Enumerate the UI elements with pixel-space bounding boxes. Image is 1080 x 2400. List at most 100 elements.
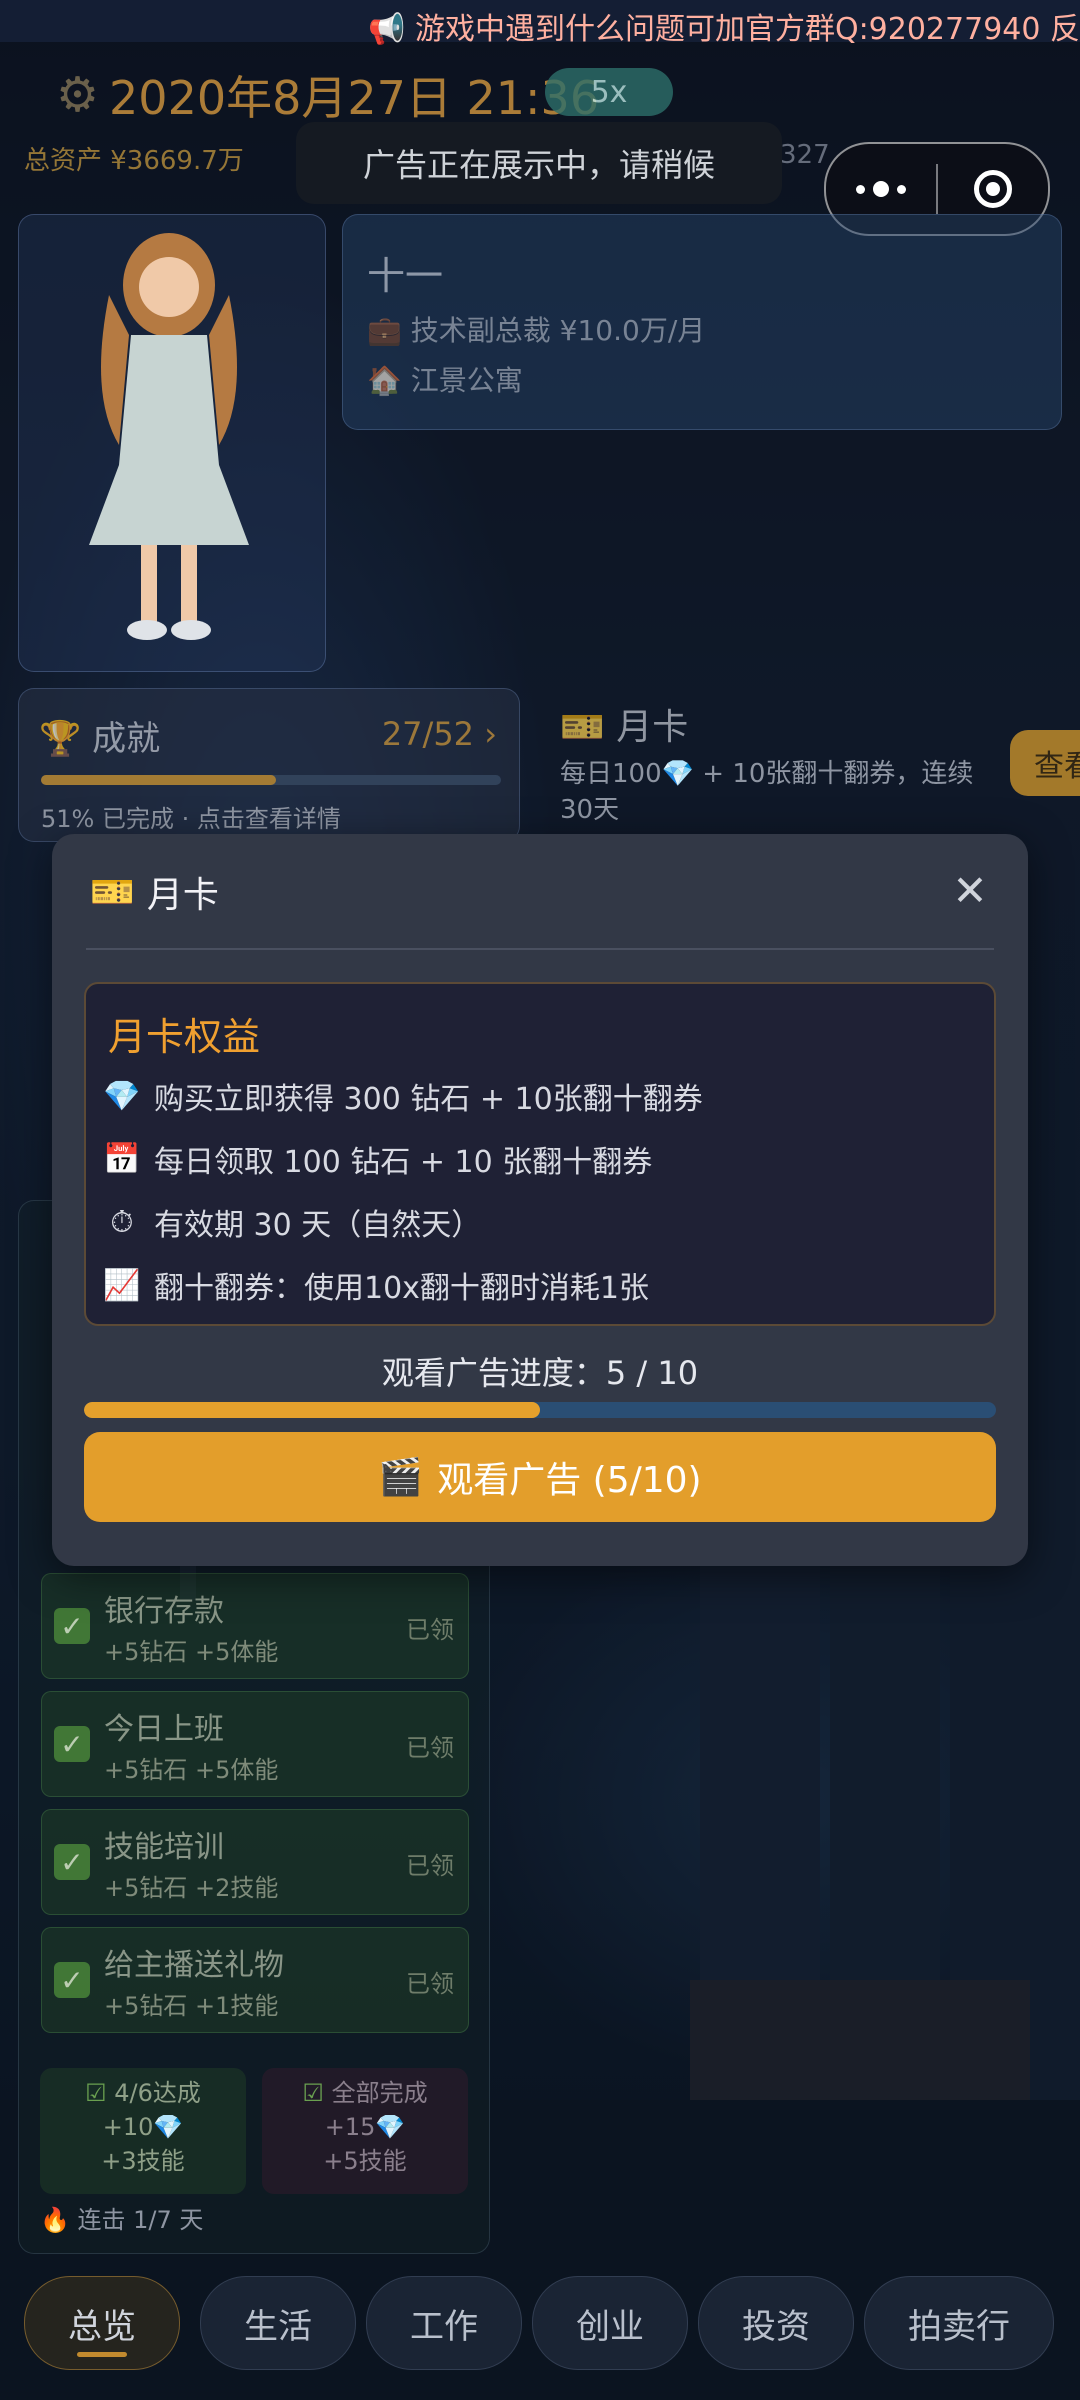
- benefit-item: ⏱ 有效期 30 天（自然天）: [104, 1200, 481, 1244]
- watch-ad-button[interactable]: 🎬 观看广告 (5/10): [84, 1432, 996, 1522]
- chart-up-icon: 📈: [103, 1267, 141, 1303]
- tab-work[interactable]: 工作: [366, 2276, 522, 2370]
- benefit-text: 购买立即获得 300 钻石 + 10张翻十翻券: [154, 1082, 703, 1117]
- house-icon: 🏠: [367, 364, 402, 397]
- summary-line1: +15💎: [324, 2113, 406, 2141]
- datetime-text: 2020年8月27日 21:36: [109, 71, 600, 125]
- achievement-count: 27/52 ›: [382, 715, 497, 753]
- task-reward: +5钻石 +5体能: [104, 1756, 279, 1784]
- achievement-subtitle: 51% 已完成 · 点击查看详情: [41, 805, 341, 833]
- fire-icon: 🔥: [40, 2206, 70, 2234]
- ad-progress-label: 观看广告进度：5 / 10: [381, 1354, 699, 1392]
- close-button[interactable]: ✕: [942, 862, 998, 918]
- checkbox-checked-icon: ☑: [85, 2079, 107, 2107]
- achievement-title: 🏆 成就: [39, 711, 160, 760]
- task-state: 已领: [406, 1852, 454, 1880]
- summary-title-text: 4/6达成: [114, 2079, 201, 2107]
- total-assets: 总资产 ¥3669.7万: [24, 146, 244, 176]
- summary-title: ☑ 全部完成: [262, 2076, 468, 2110]
- achievement-progress-bar: [41, 775, 501, 785]
- ticket-icon: 🎫: [560, 707, 605, 748]
- checkbox-checked-icon: ☑: [302, 2079, 324, 2107]
- benefit-item: 📈 翻十翻券：使用10x翻十翻时消耗1张: [103, 1263, 650, 1307]
- benefit-item: 📅 每日领取 100 钻石 + 10 张翻十翻券: [103, 1137, 653, 1181]
- tab-auction[interactable]: 拍卖行: [864, 2276, 1054, 2370]
- task-summary-partial[interactable]: ☑ 4/6达成 +10💎 +3技能: [40, 2068, 246, 2194]
- briefcase-icon: 💼: [367, 314, 402, 347]
- player-job: 💼 技术副总裁 ¥10.0万/月: [367, 309, 705, 349]
- benefit-text: 有效期 30 天（自然天）: [154, 1208, 482, 1243]
- chevron-right-icon: ›: [484, 715, 497, 753]
- announcement-marquee: 📢 游戏中遇到什么问题可加官方群Q:920277940 反: [0, 0, 1080, 47]
- target-icon: [974, 170, 1012, 208]
- profile-card[interactable]: 十一 💼 技术副总裁 ¥10.0万/月 🏠 江景公寓: [342, 214, 1062, 430]
- tab-invest[interactable]: 投资: [698, 2276, 854, 2370]
- achievement-progress-fill: [41, 775, 276, 785]
- benefits-box: 月卡权益 💎 购买立即获得 300 钻石 + 10张翻十翻券 📅 每日领取 10…: [84, 982, 996, 1326]
- trophy-icon: 🏆: [39, 719, 82, 759]
- tab-overview[interactable]: 总览: [24, 2276, 180, 2370]
- task-state: 已领: [406, 1734, 454, 1762]
- job-text: 技术副总裁 ¥10.0万/月: [410, 314, 706, 347]
- benefit-item: 💎 购买立即获得 300 钻石 + 10张翻十翻券: [103, 1074, 703, 1118]
- view-button[interactable]: 查看: [1010, 730, 1080, 796]
- tab-life[interactable]: 生活: [200, 2276, 356, 2370]
- task-item[interactable]: ✓ 银行存款 +5钻石 +5体能 已领: [41, 1573, 469, 1679]
- checkbox-checked-icon: ✓: [54, 1844, 90, 1880]
- gear-icon[interactable]: ⚙: [56, 67, 99, 123]
- announcement-text: 📢 游戏中遇到什么问题可加官方群Q:920277940 反: [368, 12, 1080, 47]
- stopwatch-icon: ⏱: [110, 1204, 134, 1240]
- more-menu-button[interactable]: [826, 181, 936, 197]
- task-reward: +5钻石 +5体能: [104, 1638, 279, 1666]
- benefit-text: 翻十翻券：使用10x翻十翻时消耗1张: [154, 1271, 650, 1306]
- month-card-tile-title: 🎫 月卡: [560, 698, 688, 750]
- task-name: 技能培训: [104, 1830, 224, 1865]
- task-summary-all[interactable]: ☑ 全部完成 +15💎 +5技能: [262, 2068, 468, 2194]
- watch-ad-label: 观看广告 (5/10): [437, 1460, 702, 1501]
- benefit-text: 每日领取 100 钻石 + 10 张翻十翻券: [154, 1145, 653, 1180]
- task-state: 已领: [406, 1616, 454, 1644]
- month-card-tile[interactable]: 🎫 月卡 每日100💎 + 10张翻十翻券，连续30天: [540, 688, 1010, 840]
- month-card-dialog: 🎫 月卡 ✕ 月卡权益 💎 购买立即获得 300 钻石 + 10张翻十翻券 📅 …: [52, 834, 1028, 1566]
- task-reward: +5钻石 +2技能: [104, 1874, 279, 1902]
- task-name: 银行存款: [104, 1594, 224, 1629]
- dialog-divider: [86, 948, 994, 950]
- stat-partial: 327: [780, 140, 830, 170]
- player-home: 🏠 江景公寓: [367, 359, 523, 399]
- clapperboard-icon: 🎬: [378, 1457, 424, 1498]
- streak-counter: 🔥 连击 1/7 天: [40, 2200, 203, 2235]
- summary-line1: +10💎: [102, 2113, 184, 2141]
- game-datetime: ⚙ 2020年8月27日 21:36: [56, 62, 599, 128]
- task-name: 给主播送礼物: [104, 1948, 284, 1983]
- character-illustration: [89, 233, 249, 640]
- streak-text: 连击 1/7 天: [77, 2206, 204, 2234]
- home-text: 江景公寓: [410, 364, 523, 397]
- checkbox-checked-icon: ✓: [54, 1962, 90, 1998]
- calendar-icon: 📅: [103, 1141, 141, 1177]
- speed-badge[interactable]: 5x: [545, 68, 673, 116]
- avatar-card[interactable]: [18, 214, 326, 672]
- month-card-tile-title-text: 月卡: [616, 707, 689, 748]
- achievement-title-text: 成就: [92, 719, 161, 759]
- tab-business[interactable]: 创业: [532, 2276, 688, 2370]
- task-item[interactable]: ✓ 技能培训 +5钻石 +2技能 已领: [41, 1809, 469, 1915]
- summary-line2: +3技能: [101, 2147, 185, 2175]
- achievement-card[interactable]: 🏆 成就 27/52 › 51% 已完成 · 点击查看详情: [18, 688, 520, 842]
- more-dots-icon: [856, 184, 865, 194]
- player-name: 十一: [367, 254, 444, 298]
- checkbox-checked-icon: ✓: [54, 1608, 90, 1644]
- summary-title: ☑ 4/6达成: [40, 2076, 246, 2110]
- checkbox-checked-icon: ✓: [54, 1726, 90, 1762]
- more-dots-icon: [873, 181, 889, 197]
- ad-progress-fill: [84, 1402, 540, 1418]
- task-item[interactable]: ✓ 给主播送礼物 +5钻石 +1技能 已领: [41, 1927, 469, 2033]
- ad-progress-bar: [84, 1402, 996, 1418]
- dialog-title: 🎫 月卡: [90, 866, 219, 918]
- month-card-tile-desc: 每日100💎 + 10张翻十翻券，连续30天: [560, 759, 974, 825]
- ticket-icon: 🎫: [90, 872, 135, 913]
- achievement-count-text: 27/52: [381, 715, 475, 753]
- task-item[interactable]: ✓ 今日上班 +5钻石 +5体能 已领: [41, 1691, 469, 1797]
- close-miniprogram-button[interactable]: [938, 170, 1048, 208]
- task-state: 已领: [406, 1970, 454, 1998]
- task-reward: +5钻石 +1技能: [104, 1992, 279, 2020]
